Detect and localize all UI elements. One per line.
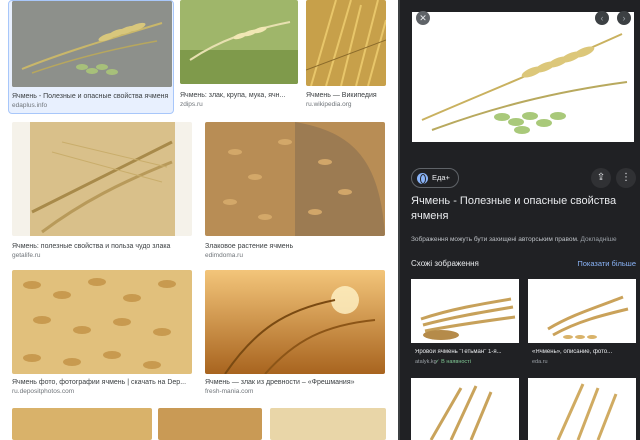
similar-card-2[interactable]: «Ячмень», описание, фото... eda.ru (528, 279, 636, 371)
source-chip[interactable]: Еда+ (411, 168, 459, 188)
result-card-9[interactable] (158, 408, 262, 440)
copyright-notice: Зображення можуть бути захищені авторськ… (411, 236, 636, 243)
result-source[interactable]: ru.wikipedia.org (306, 100, 352, 109)
result-source[interactable]: edaplus.info (12, 101, 47, 110)
result-thumbnail[interactable] (270, 408, 386, 440)
result-source[interactable]: fresh-mania.com (205, 387, 253, 396)
copyright-text: Зображення можуть бути захищені авторськ… (411, 236, 579, 243)
result-thumbnail[interactable] (158, 408, 262, 440)
image-preview-panel: ✕ ‹ › Еда+ ⇪ ⋮ Ячмень - Полезные и опасн… (398, 0, 640, 440)
share-icon[interactable]: ⇪ (591, 168, 611, 188)
similar-source[interactable]: atalyk.kg (415, 359, 437, 365)
result-caption[interactable]: Ячмень - Полезные и опасные свойства ячм… (12, 92, 172, 101)
result-thumbnail[interactable] (180, 0, 298, 84)
result-caption[interactable]: Ячмень — злак из древности – «Фрешмания» (205, 378, 385, 387)
result-thumbnail[interactable] (205, 122, 385, 236)
barley-spike-image (12, 1, 172, 87)
learn-more-link[interactable]: Докладніше (581, 236, 617, 243)
barley-spikes-image (528, 378, 636, 440)
result-source[interactable]: edimdoma.ru (205, 251, 243, 260)
barley-close-up-image (306, 0, 386, 86)
result-caption[interactable]: Ячмень — Википедия (306, 91, 386, 100)
in-stock-badge: ✓ В наявності (435, 359, 471, 365)
result-caption[interactable]: Ячмень: полезные свойства и польза чудо … (12, 242, 192, 251)
barley-field-image (180, 0, 298, 84)
result-thumbnail[interactable] (12, 1, 172, 87)
barley-grain-sack-image (205, 122, 385, 236)
chevron-left-icon[interactable]: ‹ (595, 11, 609, 25)
barley-ears-image (12, 122, 192, 236)
chevron-right-icon[interactable]: › (617, 11, 631, 25)
similar-card-4[interactable] (528, 378, 636, 440)
more-options-icon[interactable]: ⋮ (616, 168, 636, 188)
similar-images-heading: Схожі зображення (411, 259, 479, 268)
result-thumbnail[interactable] (12, 270, 192, 374)
preview-image[interactable] (412, 12, 634, 142)
similar-thumbnail[interactable] (528, 279, 636, 343)
barley-grains-image (12, 270, 192, 374)
barley-bundle-image (411, 279, 519, 343)
similar-caption[interactable]: «Ячмень», описание, фото... (532, 349, 636, 355)
result-thumbnail[interactable] (205, 270, 385, 374)
result-source[interactable]: ru.depositphotos.com (12, 387, 74, 396)
result-card-8[interactable] (10, 408, 152, 440)
result-card-4[interactable]: Ячмень: полезные свойства и польза чудо … (10, 122, 192, 262)
source-chip-label: Еда+ (432, 173, 450, 182)
result-card-1[interactable]: Ячмень - Полезные и опасные свойства ячм… (8, 0, 174, 114)
similar-thumbnail[interactable] (528, 378, 636, 440)
similar-thumbnail[interactable] (411, 378, 519, 440)
barley-preview-image (412, 12, 634, 142)
barley-sunset-image (205, 270, 385, 374)
barley-sheaf-image (528, 279, 636, 343)
similar-card-3[interactable] (411, 378, 519, 440)
similar-thumbnail[interactable] (411, 279, 519, 343)
result-caption[interactable]: Ячмень фото, фотографии ячмень | скачать… (12, 378, 192, 387)
result-source[interactable]: zdips.ru (180, 100, 203, 109)
panel-divider (398, 0, 400, 440)
result-card-5[interactable]: Злаковое растение ячмень edimdoma.ru (205, 122, 385, 262)
similar-caption[interactable]: Яровой ячмень "Гетьман" 1-я... (415, 349, 519, 355)
result-caption[interactable]: Злаковое растение ячмень (205, 242, 385, 251)
show-more-link[interactable]: Показати більше (577, 259, 636, 268)
result-thumbnail[interactable] (12, 408, 152, 440)
globe-icon (417, 172, 428, 184)
similar-source[interactable]: eda.ru (532, 359, 548, 365)
result-source[interactable]: getalife.ru (12, 251, 41, 260)
result-card-10[interactable] (270, 408, 386, 440)
result-thumbnail[interactable] (306, 0, 386, 86)
result-thumbnail[interactable] (12, 122, 192, 236)
similar-card-1[interactable]: Яровой ячмень "Гетьман" 1-я... atalyk.kg… (411, 279, 519, 371)
result-caption[interactable]: Ячмень: злак, крупа, мука, ячн... (180, 91, 298, 100)
result-card-3[interactable]: Ячмень — Википедия ru.wikipedia.org (306, 0, 386, 114)
close-icon[interactable]: ✕ (416, 11, 430, 25)
preview-title[interactable]: Ячмень - Полезные и опасные свойства ячм… (411, 194, 631, 224)
barley-ears-image (411, 378, 519, 440)
image-results-grid: Ячмень - Полезные и опасные свойства ячм… (0, 0, 398, 440)
result-card-2[interactable]: Ячмень: злак, крупа, мука, ячн... zdips.… (180, 0, 298, 114)
result-card-7[interactable]: Ячмень — злак из древности – «Фрешмания»… (205, 270, 385, 402)
result-card-6[interactable]: Ячмень фото, фотографии ячмень | скачать… (10, 270, 192, 402)
